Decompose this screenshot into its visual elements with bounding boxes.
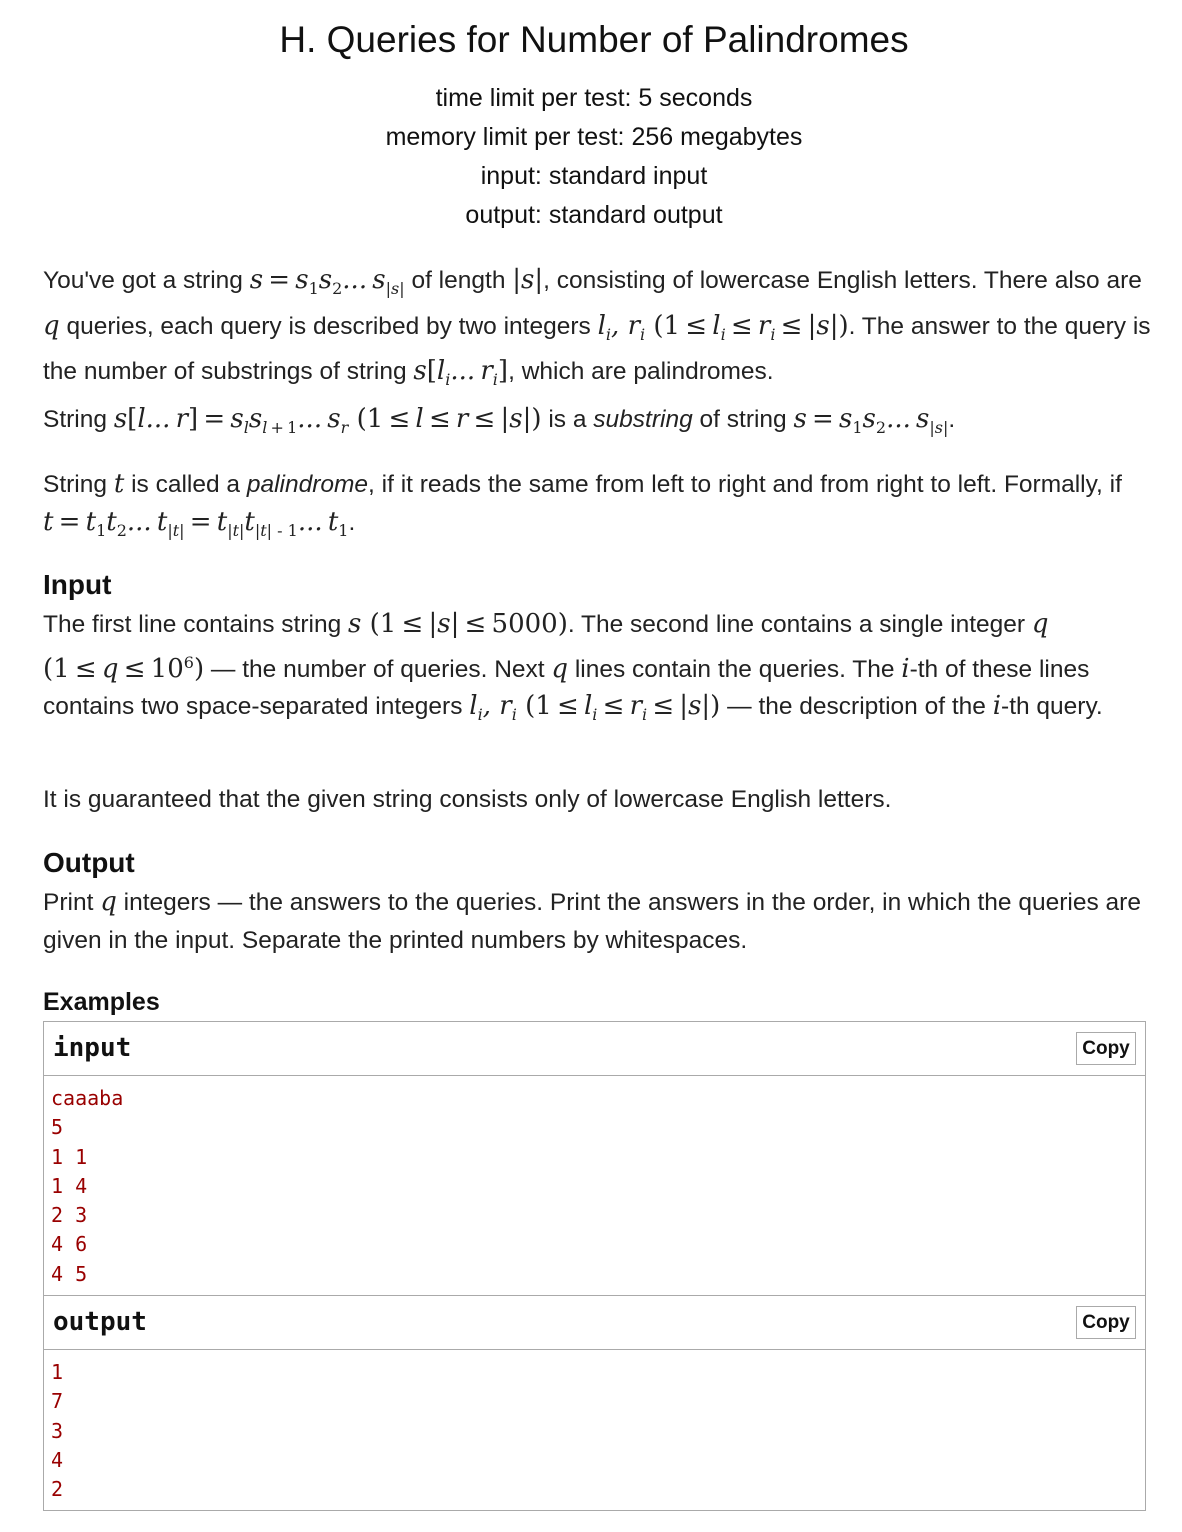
sample-output-line: 7 <box>51 1389 64 1414</box>
sample-input-line: 1 4 <box>51 1173 88 1198</box>
sample-input-label: input <box>53 1033 132 1063</box>
input-section-title: Input <box>43 569 112 600</box>
sample-input-line: 1 1 <box>51 1144 88 1169</box>
sample-input-line: 4 6 <box>51 1232 88 1257</box>
input-file: input: standard input <box>480 162 708 190</box>
statement-paragraph-1: You've got a string s = s1s2... s|s| of … <box>43 265 1151 389</box>
sample-input-header: input Copy <box>44 1022 1145 1076</box>
output-paragraph: Print q integers — the answers to the qu… <box>43 887 1141 954</box>
sample-output-line: 2 <box>51 1477 64 1502</box>
sample-input-line: 5 <box>51 1115 64 1140</box>
output-file: output: standard output <box>465 201 723 229</box>
sample-output-box: output Copy 1 7 3 4 2 <box>43 1295 1146 1511</box>
sample-output-text: 1 7 3 4 2 <box>44 1350 1145 1504</box>
statement-paragraph-3: String t is called a palindrome, if it r… <box>43 469 1122 540</box>
sample-output-line: 3 <box>51 1418 64 1443</box>
copy-output-button[interactable]: Copy <box>1076 1306 1136 1339</box>
sample-input-line: 2 3 <box>51 1203 88 1228</box>
sample-input-box: input Copy caaaba 5 1 1 1 4 2 3 4 6 4 5 <box>43 1021 1146 1297</box>
copy-input-button[interactable]: Copy <box>1076 1032 1136 1065</box>
problem-page: H. Queries for Number of Palindromes tim… <box>0 0 1182 1532</box>
input-paragraph-1: The first line contains string s (1 ≤ |s… <box>43 609 1103 724</box>
input-paragraph-2: It is guaranteed that the given string c… <box>43 786 892 813</box>
problem-title: H. Queries for Number of Palindromes <box>279 19 909 60</box>
sample-input-line: 4 5 <box>51 1261 88 1286</box>
sample-output-line: 4 <box>51 1447 64 1472</box>
output-section-title: Output <box>43 847 135 878</box>
statement-paragraph-2: String s[l... r] = slsl + 1... sr (1 ≤ l… <box>43 404 956 437</box>
time-limit: time limit per test: 5 seconds <box>435 84 753 112</box>
sample-input-text: caaaba 5 1 1 1 4 2 3 4 6 4 5 <box>44 1076 1145 1289</box>
memory-limit: memory limit per test: 256 megabytes <box>385 123 803 151</box>
sample-output-line: 1 <box>51 1360 64 1384</box>
examples-title: Examples <box>43 988 160 1016</box>
sample-input-line: caaaba <box>51 1086 124 1110</box>
sample-output-label: output <box>53 1307 147 1337</box>
sample-output-header: output Copy <box>44 1296 1145 1350</box>
